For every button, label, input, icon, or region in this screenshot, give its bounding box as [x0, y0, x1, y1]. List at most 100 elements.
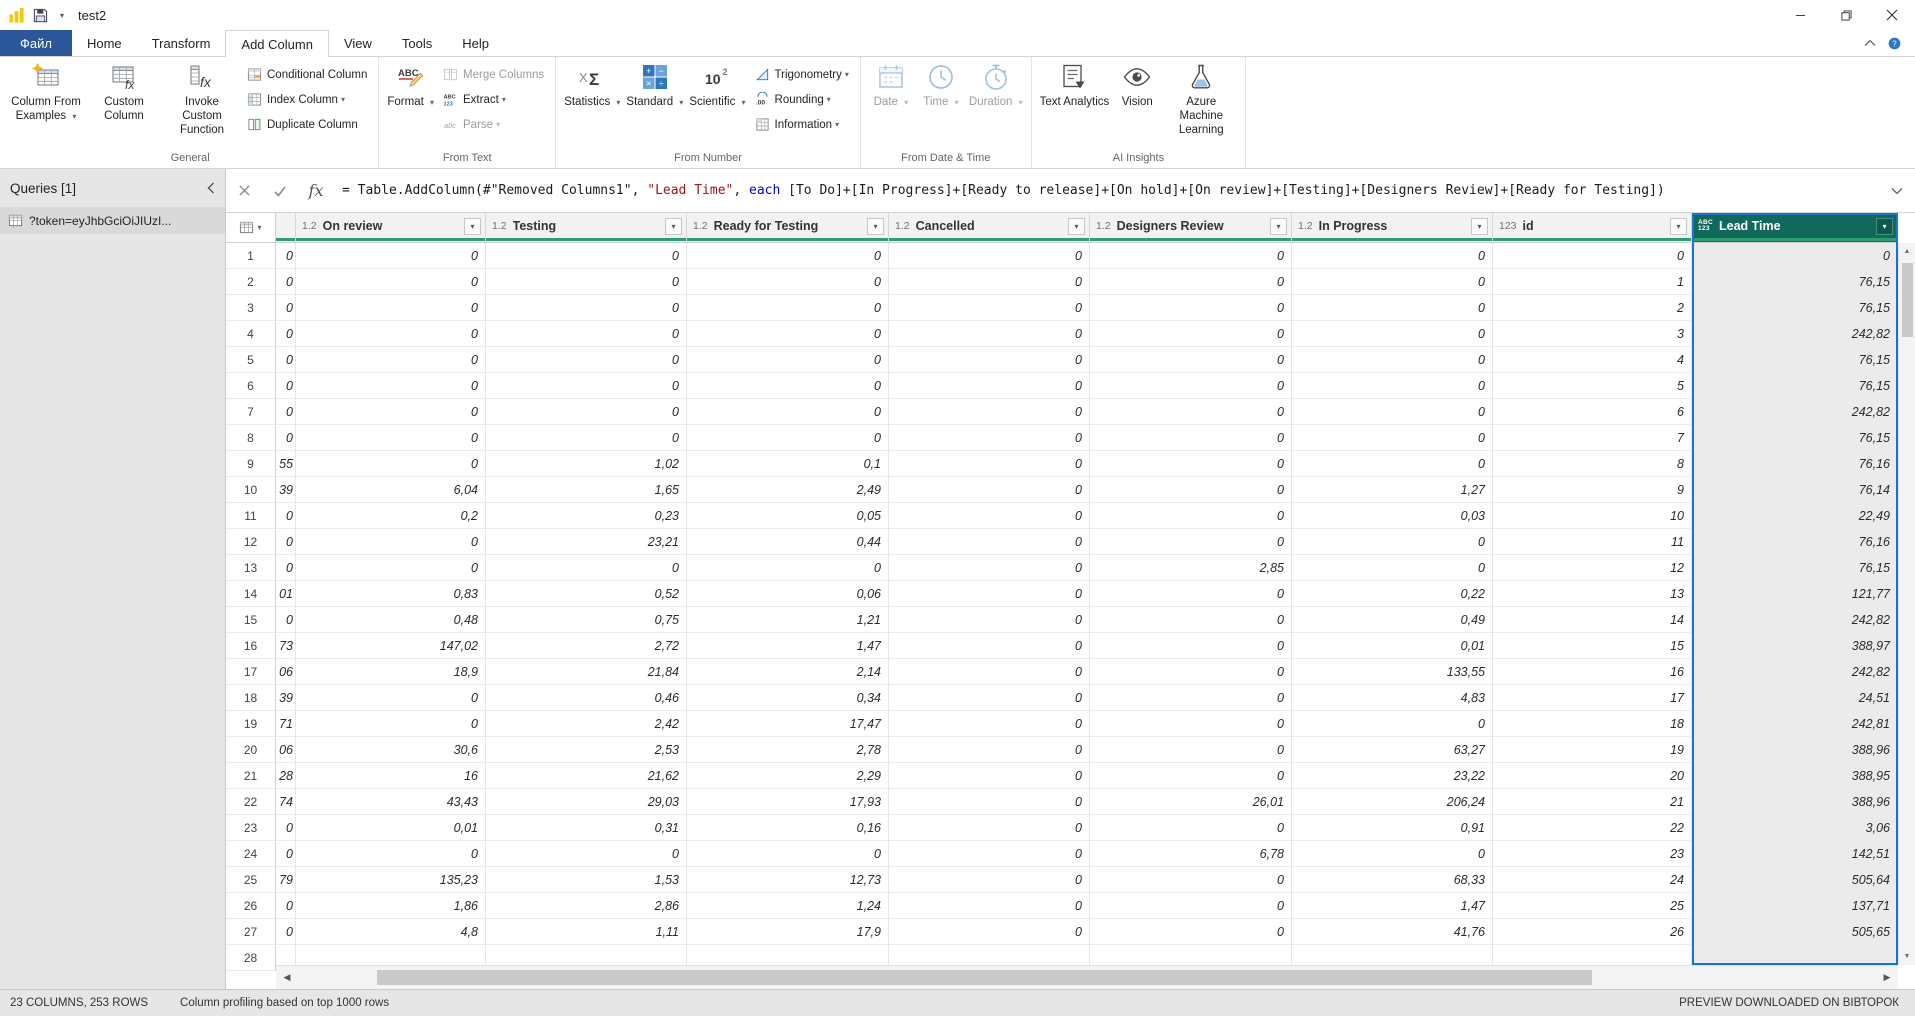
cell[interactable]: 0 — [889, 321, 1090, 347]
cell[interactable]: 0 — [1090, 399, 1292, 425]
cell[interactable]: 388,96 — [1692, 789, 1898, 815]
cell[interactable]: 2 — [1493, 295, 1692, 321]
cell[interactable]: 16 — [296, 763, 486, 789]
invoke-custom-function-button[interactable]: fxInvoke Custom Function — [163, 59, 241, 137]
cell[interactable]: 0 — [486, 295, 687, 321]
column-from-examples-button[interactable]: Column From Examples ▾ — [7, 59, 85, 123]
filter-dropdown-icon[interactable]: ▾ — [1471, 218, 1488, 235]
tab-home[interactable]: Home — [72, 30, 137, 56]
scientific-button[interactable]: 102Scientific ▾ — [686, 59, 748, 109]
cell[interactable]: 0 — [1292, 243, 1493, 269]
cell[interactable]: 0,48 — [296, 607, 486, 633]
cell[interactable]: 39 — [276, 685, 296, 711]
cell[interactable]: 0 — [1090, 607, 1292, 633]
cell[interactable]: 137,71 — [1692, 893, 1898, 919]
cell[interactable]: 24 — [1493, 867, 1692, 893]
filter-dropdown-icon[interactable]: ▾ — [1670, 218, 1687, 235]
cell[interactable]: 17,47 — [687, 711, 889, 737]
cell[interactable]: 0,2 — [296, 503, 486, 529]
cell[interactable]: 0 — [1090, 243, 1292, 269]
cell[interactable]: 0 — [486, 555, 687, 581]
cell[interactable]: 0 — [296, 451, 486, 477]
cell[interactable]: 0 — [1090, 867, 1292, 893]
cell[interactable]: 0 — [889, 607, 1090, 633]
cell[interactable]: 0 — [1292, 711, 1493, 737]
cell[interactable]: 29,03 — [486, 789, 687, 815]
cell[interactable]: 0 — [1292, 321, 1493, 347]
cell[interactable]: 0 — [889, 451, 1090, 477]
cell[interactable]: 21,84 — [486, 659, 687, 685]
cell[interactable]: 3,06 — [1692, 815, 1898, 841]
cell[interactable]: 0 — [1090, 425, 1292, 451]
cell[interactable]: 0 — [296, 685, 486, 711]
cell[interactable]: 0 — [276, 893, 296, 919]
cell[interactable]: 0 — [1090, 763, 1292, 789]
cell[interactable]: 18 — [1493, 711, 1692, 737]
column-header-ready-for-testing[interactable]: 1.2Ready for Testing▾ — [687, 213, 889, 243]
cell[interactable]: 121,77 — [1692, 581, 1898, 607]
index-column-button[interactable]: Index Column▾ — [241, 87, 373, 112]
cell[interactable]: 0 — [1292, 451, 1493, 477]
cell[interactable]: 0 — [1090, 893, 1292, 919]
cell[interactable]: 242,81 — [1692, 711, 1898, 737]
cell[interactable]: 22 — [1493, 815, 1692, 841]
cell[interactable]: 11 — [1493, 529, 1692, 555]
close-button[interactable] — [1869, 0, 1915, 30]
cell[interactable]: 0 — [1090, 659, 1292, 685]
cell[interactable]: 135,23 — [296, 867, 486, 893]
cell[interactable]: 0,31 — [486, 815, 687, 841]
cell[interactable]: 0,16 — [687, 815, 889, 841]
duplicate-column-button[interactable]: Duplicate Column — [241, 112, 373, 137]
cell[interactable]: 206,24 — [1292, 789, 1493, 815]
cell[interactable]: 26 — [1493, 919, 1692, 945]
scroll-left-icon[interactable]: ◀ — [276, 972, 298, 983]
horizontal-scrollbar[interactable]: ◀ ▶ — [276, 965, 1898, 989]
cell[interactable]: 0 — [1090, 633, 1292, 659]
cell[interactable]: 0,83 — [296, 581, 486, 607]
cell[interactable]: 28 — [276, 763, 296, 789]
extract-button[interactable]: ABC123Extract▾ — [437, 87, 550, 112]
cell[interactable]: 6,04 — [296, 477, 486, 503]
table-corner-menu[interactable]: ▾ — [226, 213, 276, 243]
cell[interactable]: 76,14 — [1692, 477, 1898, 503]
cell[interactable]: 17,9 — [687, 919, 889, 945]
cell[interactable]: 6 — [1493, 399, 1692, 425]
trigonometry-button[interactable]: Trigonometry▾ — [749, 62, 855, 87]
cell[interactable]: 0 — [1090, 581, 1292, 607]
duration-button[interactable]: Duration ▾ — [966, 59, 1026, 109]
cell[interactable]: 23 — [1493, 841, 1692, 867]
cell[interactable]: 242,82 — [1692, 659, 1898, 685]
restore-button[interactable] — [1823, 0, 1869, 30]
cell[interactable]: 0 — [1090, 477, 1292, 503]
cell[interactable]: 0 — [296, 711, 486, 737]
cell[interactable]: 0 — [687, 243, 889, 269]
scroll-up-icon[interactable]: ▲ — [1904, 243, 1911, 260]
cell[interactable]: 8 — [1493, 451, 1692, 477]
cell[interactable]: 2,53 — [486, 737, 687, 763]
cell[interactable]: 0 — [1493, 243, 1692, 269]
save-icon[interactable] — [33, 8, 48, 23]
cell[interactable]: 74 — [276, 789, 296, 815]
cell[interactable]: 2,86 — [486, 893, 687, 919]
cell[interactable]: 0 — [276, 815, 296, 841]
cell[interactable]: 39 — [276, 477, 296, 503]
cell[interactable]: 0 — [687, 347, 889, 373]
cell[interactable]: 1,02 — [486, 451, 687, 477]
cell[interactable]: 0 — [889, 867, 1090, 893]
cell[interactable]: 0 — [486, 841, 687, 867]
cell[interactable]: 1,27 — [1292, 477, 1493, 503]
cell[interactable]: 0 — [276, 269, 296, 295]
vertical-scrollbar[interactable]: ▲ ▼ — [1898, 243, 1915, 965]
cell[interactable]: 0 — [276, 607, 296, 633]
cell[interactable]: 0 — [1292, 841, 1493, 867]
cell[interactable]: 388,97 — [1692, 633, 1898, 659]
cell[interactable]: 0 — [486, 347, 687, 373]
cell[interactable]: 0 — [889, 685, 1090, 711]
cell[interactable]: 0 — [889, 633, 1090, 659]
cell[interactable]: 15 — [1493, 633, 1692, 659]
information-button[interactable]: Information▾ — [749, 112, 855, 137]
text-analytics-button[interactable]: Text Analytics — [1037, 59, 1113, 109]
expand-formula-icon[interactable] — [1879, 187, 1915, 195]
cell[interactable]: 12,73 — [687, 867, 889, 893]
horizontal-scroll-track[interactable] — [298, 966, 1876, 989]
